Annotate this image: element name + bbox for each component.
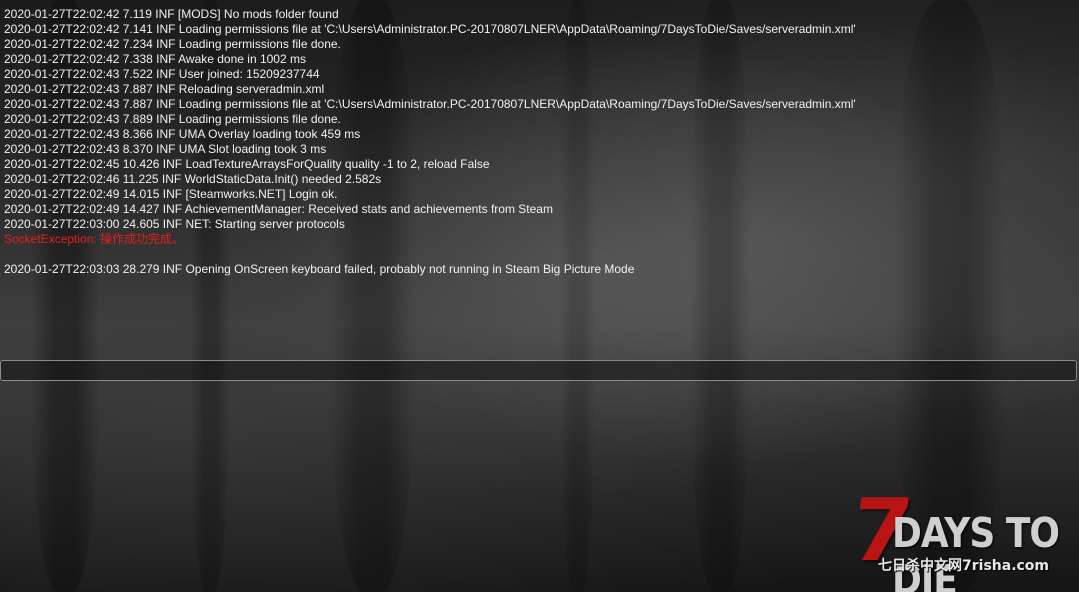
console-log-line: 2020-01-27T22:02:45 10.426 INF LoadTextu…	[4, 157, 490, 171]
console-command-input[interactable]	[0, 360, 1077, 381]
console-log-line: 2020-01-27T22:02:49 14.427 INF Achieveme…	[4, 202, 553, 216]
logo-title: DAYS TO DIE	[892, 510, 1060, 592]
console-log-line: 2020-01-27T22:02:43 7.889 INF Loading pe…	[4, 112, 341, 126]
logo-subtitle: 七日杀中文网7risha.com	[878, 558, 1050, 574]
console-error-line: SocketException: 操作成功完成。	[4, 232, 185, 246]
console-log-line: 2020-01-27T22:02:42 7.119 INF [MODS] No …	[4, 7, 339, 21]
console-log-line: 2020-01-27T22:02:43 8.366 INF UMA Overla…	[4, 127, 361, 141]
console-log-line	[4, 247, 1074, 262]
console-log-line: 2020-01-27T22:02:43 7.887 INF Reloading …	[4, 82, 325, 96]
console-log-line: 2020-01-27T22:03:03 28.279 INF Opening O…	[4, 262, 635, 276]
console-log: 2020-01-27T22:02:42 7.119 INF [MODS] No …	[4, 7, 1074, 277]
console-log-line: 2020-01-27T22:02:42 7.141 INF Loading pe…	[4, 22, 856, 36]
game-logo: 7 DAYS TO DIE 七日杀中文网7risha.com	[847, 481, 1074, 592]
console-log-line: 2020-01-27T22:02:46 11.225 INF WorldStat…	[4, 172, 382, 186]
console-log-line: 2020-01-27T22:02:42 7.234 INF Loading pe…	[4, 37, 341, 51]
console-log-line: 2020-01-27T22:02:42 7.338 INF Awake done…	[4, 52, 306, 66]
console-log-line: 2020-01-27T22:02:43 8.370 INF UMA Slot l…	[4, 142, 327, 156]
game-console-screen: 2020-01-27T22:02:42 7.119 INF [MODS] No …	[0, 0, 1079, 592]
console-log-line: 2020-01-27T22:03:00 24.605 INF NET: Star…	[4, 217, 345, 231]
console-log-line: 2020-01-27T22:02:43 7.887 INF Loading pe…	[4, 97, 856, 111]
console-log-line: 2020-01-27T22:02:43 7.522 INF User joine…	[4, 67, 320, 81]
console-log-line: 2020-01-27T22:02:49 14.015 INF [Steamwor…	[4, 187, 338, 201]
